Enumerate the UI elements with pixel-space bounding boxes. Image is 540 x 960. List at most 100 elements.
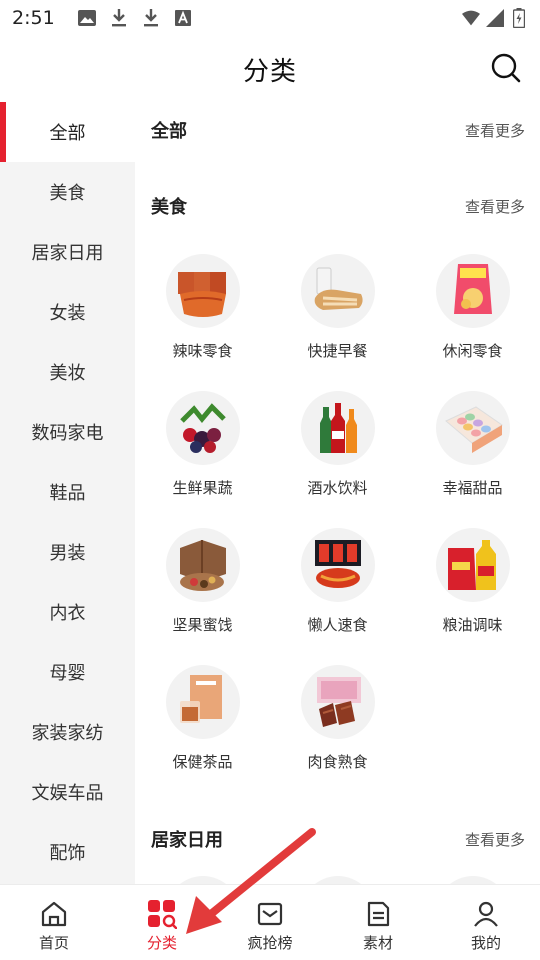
nut-gift-box-image [165,528,240,602]
category-label: 酒水饮料 [307,479,368,497]
nav-label: 疯抢榜 [247,934,293,952]
section-title: 居家日用 [151,830,223,851]
category-item[interactable]: 坚果蜜饯 [135,522,270,659]
search-icon[interactable] [490,52,522,84]
bread-milk-image [300,254,375,328]
signal-icon [486,9,504,27]
wifi-icon [462,9,480,27]
sidebar-item-label: 家装家纺 [31,723,104,744]
ranking-icon [255,899,285,929]
page-title: 分类 [242,56,297,87]
section-title: 全部 [151,121,187,142]
status-bar: 2:51 [0,0,540,36]
sidebar-item-label: 女装 [49,303,86,324]
sidebar-item-womenswear[interactable]: 女装 [0,282,135,342]
braised-meat-image [300,665,375,739]
sidebar-item-entertainment-auto[interactable]: 文娱车品 [0,762,135,822]
sidebar-item-label: 全部 [49,123,86,144]
category-label: 坚果蜜饯 [172,616,233,634]
sidebar-item-beauty[interactable]: 美妆 [0,342,135,402]
category-label: 懒人速食 [307,616,368,634]
sidebar-item-underwear[interactable]: 内衣 [0,582,135,642]
sidebar-item-label: 数码家电 [31,423,104,444]
nav-label: 首页 [38,934,69,952]
home-goods-image [435,876,510,884]
sidebar-item-accessories[interactable]: 配饰 [0,822,135,882]
nav-material[interactable]: 素材 [324,885,432,960]
status-system-icons [462,8,528,28]
sidebar-item-label: 美食 [49,183,86,204]
section-header-household: 居家日用 查看更多 [135,796,540,866]
food-category-grid: 辣味零食 快捷早餐 休闲零食 生鲜果蔬 酒水饮料 幸福甜品 坚果蜜饯 懒人速食 … [135,248,540,796]
font-icon [174,9,192,27]
sidebar-item-label: 居家日用 [31,243,104,264]
sidebar-item-electronics[interactable]: 数码家电 [0,402,135,462]
image-icon [78,9,96,27]
category-sidebar: 全部 美食 居家日用 女装 美妆 数码家电 鞋品 男装 内衣 母婴 家装家纺 文… [0,102,135,884]
category-item[interactable] [135,870,270,884]
download-icon [110,9,128,27]
home-icon [39,899,69,929]
category-label: 保健茶品 [172,753,233,771]
sidebar-item-label: 美妆 [49,363,86,384]
category-icon [147,899,177,929]
sidebar-item-household[interactable]: 居家日用 [0,222,135,282]
sidebar-item-home-textiles[interactable]: 家装家纺 [0,702,135,762]
sidebar-item-label: 男装 [49,543,86,564]
battery-icon [510,8,528,28]
drink-bottles-image [300,391,375,465]
category-item[interactable]: 休闲零食 [405,248,540,385]
section-header-all: 全部 查看更多 [135,102,540,158]
category-item[interactable]: 懒人速食 [270,522,405,659]
page-header: 分类 [0,36,540,102]
see-more-link[interactable]: 查看更多 [465,196,525,217]
nav-category[interactable]: 分类 [108,885,216,960]
instant-noodles-image [300,528,375,602]
category-item[interactable]: 生鲜果蔬 [135,385,270,522]
section-header-food: 美食 查看更多 [135,158,540,242]
category-item[interactable]: 保健茶品 [135,659,270,796]
sidebar-item-shoes[interactable]: 鞋品 [0,462,135,522]
home-goods-image [300,876,375,884]
status-time: 2:51 [12,7,55,29]
rice-oil-image [435,528,510,602]
sidebar-item-baby[interactable]: 母婴 [0,642,135,702]
category-label: 快捷早餐 [307,342,368,360]
spicy-snack-image [165,254,240,328]
tea-box-image [165,665,240,739]
download-icon [142,9,160,27]
category-item[interactable] [405,870,540,884]
section-title: 美食 [151,197,187,218]
material-icon [363,899,393,929]
category-label: 粮油调味 [442,616,503,634]
sidebar-item-label: 配饰 [49,843,86,864]
see-more-link[interactable]: 查看更多 [465,829,525,850]
category-label: 生鲜果蔬 [172,479,233,497]
category-label: 肉食熟食 [307,753,368,771]
chips-bag-image [435,254,510,328]
nav-home[interactable]: 首页 [0,885,108,960]
category-label: 辣味零食 [172,342,233,360]
household-category-grid [135,870,540,884]
category-item[interactable]: 辣味零食 [135,248,270,385]
category-label: 幸福甜品 [442,479,503,497]
sidebar-item-all[interactable]: 全部 [0,102,135,162]
sidebar-item-label: 鞋品 [49,483,86,504]
category-item[interactable]: 幸福甜品 [405,385,540,522]
nav-profile[interactable]: 我的 [432,885,540,960]
category-item[interactable] [270,870,405,884]
sidebar-item-menswear[interactable]: 男装 [0,522,135,582]
category-item[interactable]: 肉食熟食 [270,659,405,796]
nav-label: 我的 [470,934,501,952]
nav-label: 素材 [362,934,393,952]
bottom-nav: 首页 分类 疯抢榜 素材 我的 [0,884,540,960]
sidebar-item-label: 内衣 [49,603,86,624]
category-item[interactable]: 粮油调味 [405,522,540,659]
sidebar-item-food[interactable]: 美食 [0,162,135,222]
nav-ranking[interactable]: 疯抢榜 [216,885,324,960]
see-more-link[interactable]: 查看更多 [465,120,525,141]
sidebar-item-label: 母婴 [49,663,86,684]
category-item[interactable]: 快捷早餐 [270,248,405,385]
category-item[interactable]: 酒水饮料 [270,385,405,522]
nav-label: 分类 [146,934,177,952]
